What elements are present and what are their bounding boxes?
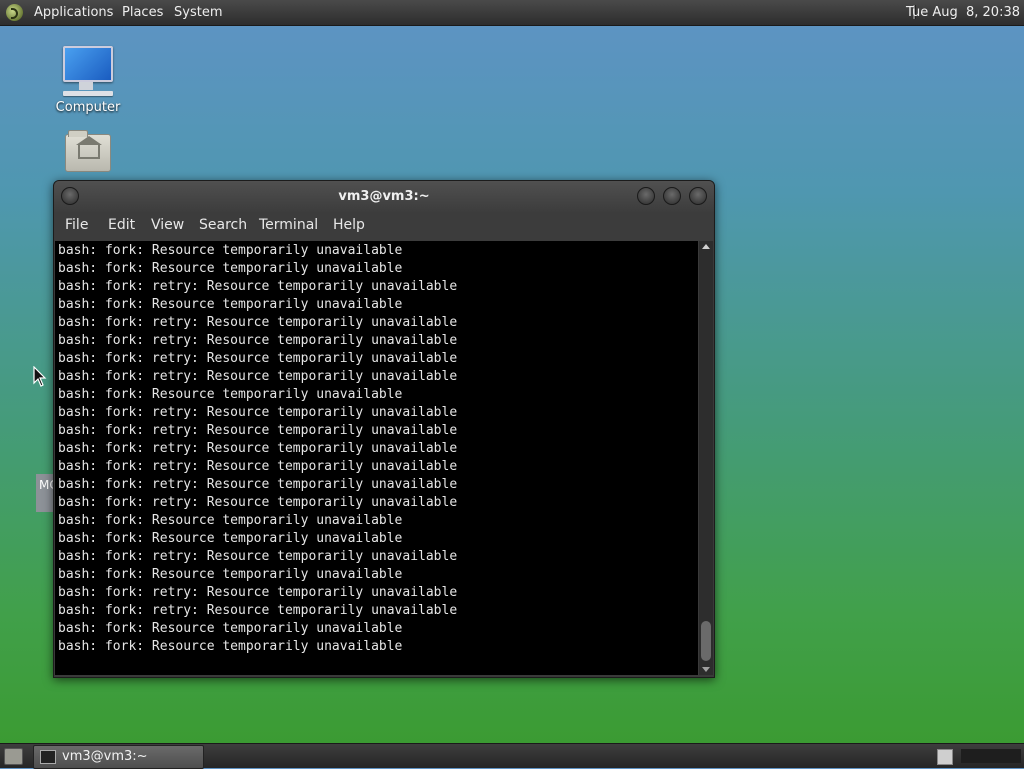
computer-icon <box>63 46 113 90</box>
show-desktop-icon[interactable] <box>4 748 23 765</box>
menu-file[interactable]: File <box>65 217 88 233</box>
menu-places[interactable]: Places <box>122 0 163 25</box>
terminal-line: bash: fork: retry: Resource temporarily … <box>58 549 458 564</box>
menu-system[interactable]: System <box>174 0 222 25</box>
home-folder-icon <box>65 130 111 172</box>
scrollbar-thumb[interactable] <box>701 621 711 661</box>
menu-edit[interactable]: Edit <box>108 217 135 233</box>
terminal-line: bash: fork: retry: Resource temporarily … <box>58 459 458 474</box>
menu-search[interactable]: Search <box>199 217 247 233</box>
terminal-line: bash: fork: Resource temporarily unavail… <box>58 639 403 654</box>
close-button[interactable] <box>689 187 707 205</box>
terminal-line: bash: fork: Resource temporarily unavail… <box>58 297 403 312</box>
window-title: vm3@vm3:~ <box>338 189 430 204</box>
terminal-line: bash: fork: Resource temporarily unavail… <box>58 243 403 258</box>
terminal-line: bash: fork: Resource temporarily unavail… <box>58 621 403 636</box>
terminal-line: bash: fork: retry: Resource temporarily … <box>58 369 458 384</box>
terminal-line: bash: fork: retry: Resource temporarily … <box>58 405 458 420</box>
terminal-line: bash: fork: Resource temporarily unavail… <box>58 567 403 582</box>
terminal-line: bash: fork: retry: Resource temporarily … <box>58 603 458 618</box>
bottom-panel: vm3@vm3:~ <box>0 743 1024 769</box>
menu-help[interactable]: Help <box>333 217 365 233</box>
minimize-button[interactable] <box>637 187 655 205</box>
desktop-icon-label: Computer <box>55 100 121 115</box>
terminal-line: bash: fork: Resource temporarily unavail… <box>58 531 403 546</box>
distro-logo-icon[interactable] <box>6 4 23 21</box>
terminal-window[interactable]: vm3@vm3:~ File Edit View Search Terminal… <box>53 180 715 678</box>
top-panel: Applications Places System Tue Aug 8, 20… <box>0 0 1024 26</box>
terminal-line: bash: fork: retry: Resource temporarily … <box>58 315 458 330</box>
scroll-up-icon[interactable] <box>702 244 710 249</box>
terminal-line: bash: fork: retry: Resource temporarily … <box>58 333 458 348</box>
house-icon <box>76 136 102 159</box>
maximize-button[interactable] <box>663 187 681 205</box>
terminal-line: bash: fork: Resource temporarily unavail… <box>58 387 403 402</box>
terminal-line: bash: fork: retry: Resource temporarily … <box>58 423 458 438</box>
terminal-line: bash: fork: retry: Resource temporarily … <box>58 441 458 456</box>
terminal-line: bash: fork: retry: Resource temporarily … <box>58 351 458 366</box>
terminal-scrollbar[interactable] <box>699 241 713 675</box>
desktop-icon-home[interactable] <box>48 130 128 172</box>
terminal-line: bash: fork: retry: Resource temporarily … <box>58 495 458 510</box>
terminal-line: bash: fork: retry: Resource temporarily … <box>58 585 458 600</box>
terminal-icon <box>40 750 56 764</box>
terminal-output[interactable]: bash: fork: Resource temporarily unavail… <box>55 241 698 675</box>
menu-terminal[interactable]: Terminal <box>259 217 318 233</box>
menu-view[interactable]: View <box>151 217 184 233</box>
taskbar-item-label: vm3@vm3:~ <box>62 749 148 764</box>
scroll-down-icon[interactable] <box>702 667 710 672</box>
keyboard-icon <box>63 91 113 96</box>
terminal-line: bash: fork: Resource temporarily unavail… <box>58 513 403 528</box>
menu-applications[interactable]: Applications <box>34 0 113 25</box>
window-menubar: File Edit View Search Terminal Help <box>54 213 714 241</box>
workspace-1[interactable] <box>937 749 953 765</box>
desktop-icon-computer[interactable]: Computer <box>48 46 128 115</box>
clock[interactable]: Tue Aug 8, 20:38 <box>898 0 1020 25</box>
workspace-2[interactable] <box>961 749 1021 763</box>
taskbar-item-terminal[interactable]: vm3@vm3:~ <box>33 745 204 769</box>
window-titlebar[interactable]: vm3@vm3:~ <box>54 181 714 213</box>
terminal-line: bash: fork: retry: Resource temporarily … <box>58 279 458 294</box>
mouse-pointer-icon <box>33 365 47 392</box>
terminal-line: bash: fork: Resource temporarily unavail… <box>58 261 403 276</box>
terminal-line: bash: fork: retry: Resource temporarily … <box>58 477 458 492</box>
